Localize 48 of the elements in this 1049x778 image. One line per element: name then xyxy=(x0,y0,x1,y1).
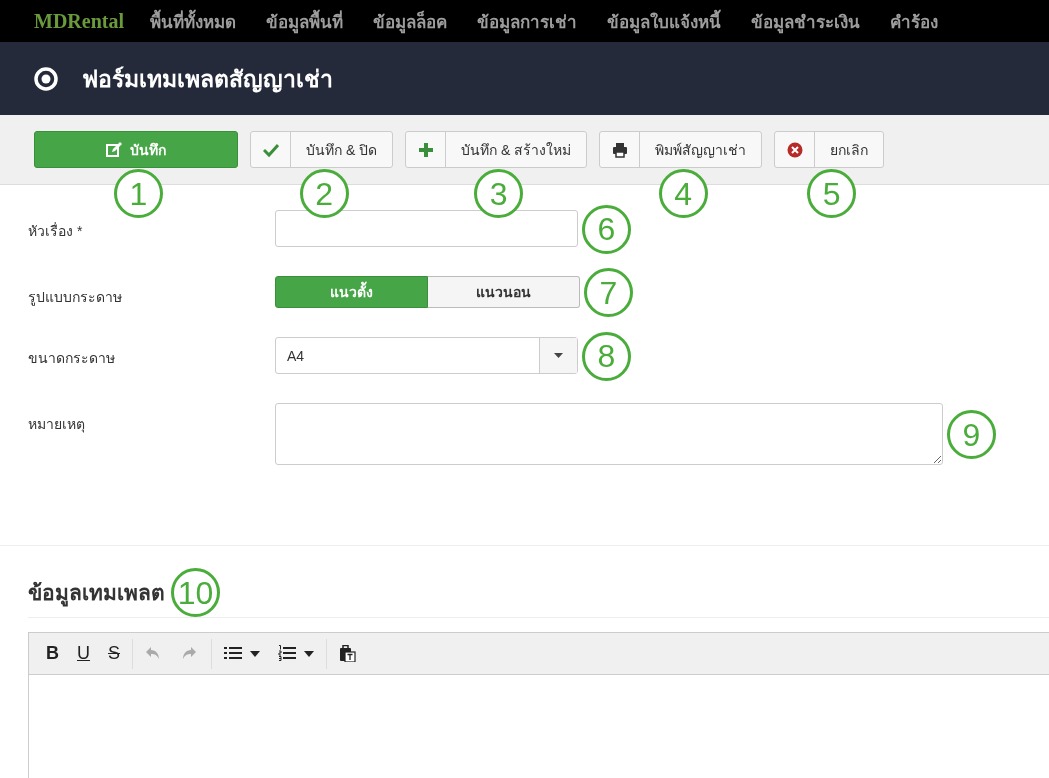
nav-link[interactable]: คำร้อง xyxy=(890,7,938,35)
nav-link[interactable]: ข้อมูลใบแจ้งหนี้ xyxy=(607,7,721,35)
toolbar-button[interactable]: บันทึก & ปิด xyxy=(250,131,394,168)
callout-number: 10 xyxy=(171,568,220,617)
underline-button[interactable]: U xyxy=(68,638,99,669)
field-label: รูปแบบกระดาษ xyxy=(28,288,123,308)
callout-number: 8 xyxy=(582,331,631,381)
toolbar-button[interactable]: ยกเลิก xyxy=(774,131,885,168)
rich-text-editor[interactable]: B U S xyxy=(28,632,1049,778)
brand-logo[interactable]: MDRental xyxy=(34,9,124,33)
plus-icon xyxy=(417,141,434,158)
page-title: ฟอร์มเทมเพลตสัญญาเช่า xyxy=(82,64,333,95)
callout-number: 1 xyxy=(114,169,163,218)
notes-field[interactable] xyxy=(275,403,943,465)
callout-number: 6 xyxy=(582,204,631,254)
caret-icon xyxy=(304,650,314,657)
caret-icon xyxy=(250,650,260,657)
nav-link[interactable]: พื้นที่ทั้งหมด xyxy=(150,7,236,35)
callout-number: 7 xyxy=(584,268,633,317)
select-dropdown[interactable]: A4 xyxy=(275,337,578,374)
field-label: ขนาดกระดาษ xyxy=(28,349,116,368)
cancel-icon xyxy=(786,141,803,158)
edit-icon xyxy=(106,141,122,158)
strike-button[interactable]: S xyxy=(99,638,129,669)
orientation-option[interactable]: แนวนอน xyxy=(428,276,580,308)
nav-link[interactable]: ข้อมูลล็อค xyxy=(373,7,447,35)
callout-number: 5 xyxy=(807,169,857,218)
printer-icon xyxy=(611,141,628,158)
callout-number: 4 xyxy=(658,169,708,218)
nav-link[interactable]: ข้อมูลการเช่า xyxy=(477,7,577,35)
section-heading: ข้อมูลเทมเพลต xyxy=(28,576,165,609)
field-label: หัวเรื่อง * xyxy=(28,221,84,241)
callout-number: 2 xyxy=(299,169,349,218)
bullet-list-icon xyxy=(224,645,242,662)
bold-button[interactable]: B xyxy=(37,638,68,669)
paste-icon xyxy=(339,645,357,662)
text-field[interactable] xyxy=(275,210,578,247)
toolbar-button[interactable]: บันทึก & สร้างใหม่ xyxy=(405,131,588,168)
toolbar-button[interactable]: พิมพ์สัญญาเช่า xyxy=(599,131,763,168)
numbered-list-icon xyxy=(278,645,296,662)
field-label: หมายเหตุ xyxy=(28,415,86,435)
nav-link[interactable]: ข้อมูลชำระเงิน xyxy=(751,7,860,35)
check-icon xyxy=(262,141,279,158)
nav-link[interactable]: ข้อมูลพื้นที่ xyxy=(266,7,343,35)
callout-number: 9 xyxy=(947,410,996,459)
caret-icon xyxy=(554,353,563,358)
callout-number: 3 xyxy=(474,169,524,218)
target-icon xyxy=(34,66,58,91)
